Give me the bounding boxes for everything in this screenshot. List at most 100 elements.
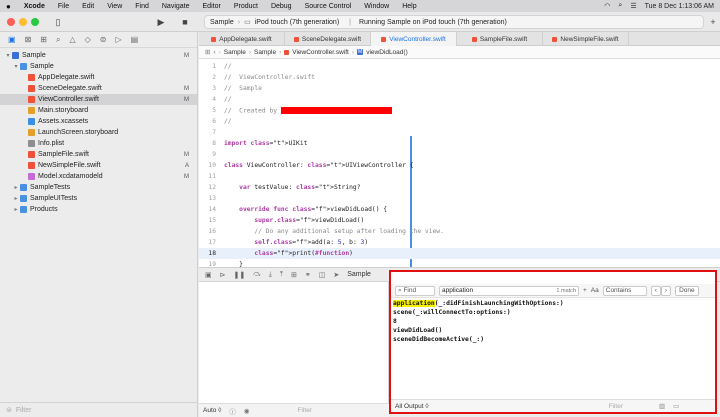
menu-find[interactable]: Find	[135, 3, 149, 10]
line-number[interactable]: 5	[199, 107, 220, 114]
code-line[interactable]: 8 import class="t">UIKit	[199, 138, 720, 149]
variables-filter-input[interactable]: Filter	[298, 407, 312, 414]
line-number[interactable]: 14	[199, 206, 220, 213]
code-line[interactable]: 15 super.class="f">viewDidLoad()	[199, 215, 720, 226]
navigator-item[interactable]: Main.storyboard	[0, 105, 197, 116]
code-line[interactable]: 18 class="f">print(#function)	[199, 248, 720, 259]
line-number[interactable]: 13	[199, 195, 220, 202]
clock[interactable]: Tue 8 Dec 1:13:06 AM	[645, 3, 714, 10]
navigator-item[interactable]: SampleFile.swift M	[0, 149, 197, 160]
zoom-window-button[interactable]	[31, 18, 39, 26]
disclosure-triangle-icon[interactable]: ▸	[12, 195, 20, 202]
line-number[interactable]: 7	[199, 129, 220, 136]
tab-samplefile[interactable]: SampleFile.swift	[457, 32, 543, 46]
navigator-item[interactable]: AppDelegate.swift	[0, 72, 197, 83]
navigator-item[interactable]: Assets.xcassets	[0, 116, 197, 127]
issue-icon[interactable]: △	[69, 35, 75, 44]
tab-appdelegate[interactable]: AppDelegate.swift	[199, 32, 285, 46]
tab-viewcontroller[interactable]: ViewController.swift	[371, 32, 457, 46]
navigator-item[interactable]: NewSimpleFile.swift A	[0, 160, 197, 171]
search-query[interactable]: application	[442, 287, 473, 294]
line-number[interactable]: 12	[199, 184, 220, 191]
disclosure-triangle-icon[interactable]: ▾	[12, 63, 20, 70]
navigator-item[interactable]: ▸ SampleTests	[0, 182, 197, 193]
breakpoints-toggle-icon[interactable]: ⊳	[220, 271, 226, 279]
eye-icon[interactable]: ◉	[244, 407, 250, 415]
done-button[interactable]: Done	[675, 285, 699, 296]
menu-source-control[interactable]: Source Control	[305, 3, 352, 10]
code-line[interactable]: 7	[199, 127, 720, 138]
location-icon[interactable]: ➤	[333, 271, 339, 279]
menu-help[interactable]: Help	[402, 3, 416, 10]
step-in-icon[interactable]: ⤓	[269, 271, 272, 279]
navigator-filter-input[interactable]: Filter	[16, 407, 32, 414]
navigator-item[interactable]: ▸ SampleUITests	[0, 193, 197, 204]
navigator-item[interactable]: SceneDelegate.swift M	[0, 83, 197, 94]
code-line[interactable]: 5// Created by	[199, 105, 720, 116]
source-control-icon[interactable]: ⊠	[25, 35, 32, 44]
code-line[interactable]: 2 // ViewController.swift	[199, 72, 720, 83]
code-line[interactable]: 13	[199, 193, 720, 204]
apple-menu-icon[interactable]: ●	[6, 2, 11, 11]
menu-window[interactable]: Window	[364, 3, 389, 10]
wifi-icon[interactable]: ◠	[604, 2, 610, 10]
back-icon[interactable]: ‹	[213, 49, 215, 56]
minimize-window-button[interactable]	[19, 18, 27, 26]
code-line[interactable]: 1 //	[199, 61, 720, 72]
stop-button[interactable]: ■	[180, 15, 190, 29]
navigator-item[interactable]: Model.xcdatamodeld M	[0, 171, 197, 182]
environment-icon[interactable]: ◫	[319, 271, 326, 279]
line-number[interactable]: 10	[199, 162, 220, 169]
related-items-icon[interactable]: ⊞	[205, 48, 210, 56]
line-number[interactable]: 16	[199, 228, 220, 235]
find-mode-selector[interactable]: ⌕ Find	[395, 285, 435, 296]
navigator-toggle-icon[interactable]: ▯	[52, 15, 64, 29]
memory-graph-icon[interactable]: ⚭	[305, 271, 311, 279]
destination-selector[interactable]: iPod touch (7th generation)	[255, 19, 339, 26]
contains-selector[interactable]: Contains	[602, 285, 647, 296]
jump-project[interactable]: Sample	[224, 49, 246, 56]
code-line[interactable]: 9	[199, 149, 720, 160]
navigator-filter[interactable]: ⊜ Filter	[0, 402, 197, 417]
jump-group[interactable]: Sample	[254, 49, 276, 56]
split-view-icon[interactable]: ▭	[673, 402, 679, 410]
scheme-selector[interactable]: Sample	[210, 19, 234, 26]
navigator-item[interactable]: ▾ Sample M	[0, 50, 197, 61]
run-button[interactable]: ▶	[156, 15, 166, 29]
report-icon[interactable]: ▤	[131, 35, 139, 44]
next-match-button[interactable]: ›	[660, 285, 672, 296]
navigator-item[interactable]: Info.plist	[0, 138, 197, 149]
forward-icon[interactable]: ›	[219, 49, 221, 56]
navigator-item[interactable]: LaunchScreen.storyboard	[0, 127, 197, 138]
disclosure-triangle-icon[interactable]: ▸	[12, 184, 20, 191]
console-search-field[interactable]: application 1 match	[439, 285, 579, 296]
debug-target[interactable]: Sample	[347, 271, 371, 278]
disclosure-triangle-icon[interactable]: ▾	[4, 52, 12, 59]
navigator-item[interactable]: ▸ Products	[0, 204, 197, 215]
step-over-icon[interactable]: ⤼	[253, 271, 260, 279]
case-sensitive-toggle[interactable]: Aa	[591, 287, 599, 294]
debug-icon[interactable]: ⊜	[100, 35, 107, 44]
trash-icon[interactable]: ▥	[659, 402, 665, 410]
line-number[interactable]: 1	[199, 63, 220, 70]
navigator-item[interactable]: ViewController.swift M	[0, 94, 197, 105]
search-icon[interactable]: ⌕	[618, 2, 622, 10]
info-icon[interactable]: ⓘ	[229, 406, 236, 416]
code-line[interactable]: 3 // Sample	[199, 83, 720, 94]
find-icon[interactable]: ⌕	[56, 35, 60, 45]
line-number[interactable]: 17	[199, 239, 220, 246]
line-number[interactable]: 15	[199, 217, 220, 224]
menu-product[interactable]: Product	[234, 3, 258, 10]
folder-icon[interactable]: ▣	[8, 35, 16, 44]
line-number[interactable]: 4	[199, 96, 220, 103]
disclosure-triangle-icon[interactable]: ▸	[12, 206, 20, 213]
line-number[interactable]: 9	[199, 151, 220, 158]
menu-view[interactable]: View	[107, 3, 122, 10]
symbol-icon[interactable]: ⊞	[40, 35, 47, 44]
line-number[interactable]: 6	[199, 118, 220, 125]
library-plus-icon[interactable]: +	[709, 15, 717, 29]
breakpoint-icon[interactable]: ▷	[115, 35, 121, 44]
code-line[interactable]: 6 //	[199, 116, 720, 127]
close-window-button[interactable]	[7, 18, 15, 26]
menu-app-xcode[interactable]: Xcode	[24, 3, 45, 10]
